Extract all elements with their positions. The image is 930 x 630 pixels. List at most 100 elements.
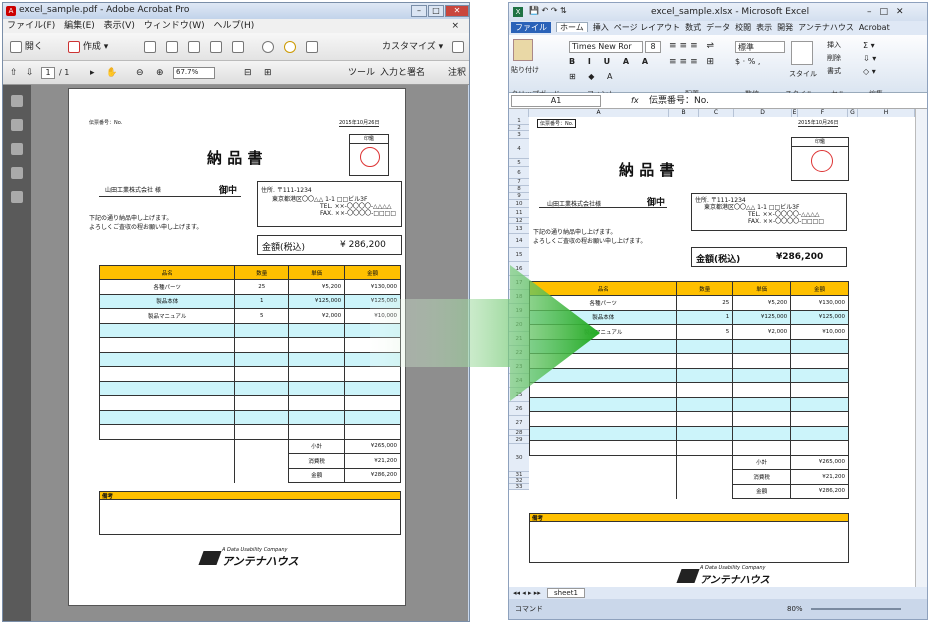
row-header[interactable]: 5 <box>509 159 529 167</box>
tab-view[interactable]: 表示 <box>756 23 772 32</box>
comment-tab[interactable]: 注釈 <box>445 65 469 81</box>
col-header-c[interactable]: C <box>699 109 734 117</box>
row-header[interactable]: 29 <box>509 436 529 444</box>
close-icon[interactable]: ✕ <box>445 5 469 17</box>
alignment-buttons-2[interactable]: ≡≡≡ ⊞ <box>669 57 717 67</box>
edit-icon[interactable] <box>207 39 225 55</box>
signatures-icon[interactable] <box>11 167 23 179</box>
row-header[interactable]: 13 <box>509 224 529 234</box>
edit-buttons[interactable]: Σ ▾ ⇩ ▾ ◇ ▾ <box>863 39 876 78</box>
percent-buttons[interactable]: $ · % , <box>735 57 760 66</box>
sign-tab[interactable]: 入力と署名 <box>377 65 428 81</box>
zoom-input[interactable]: 67.7% <box>173 67 215 79</box>
layers-icon[interactable] <box>11 191 23 203</box>
next-page-icon[interactable]: ⇩ <box>23 65 37 81</box>
row-header[interactable]: 9 <box>509 193 529 200</box>
tab-antenna[interactable]: アンテナハウス <box>798 23 854 32</box>
number-format-select[interactable]: 標準 <box>735 41 785 53</box>
pages-icon[interactable] <box>11 95 23 107</box>
font-size-select[interactable]: 8 <box>645 41 661 53</box>
sheet-nav-icon[interactable]: ◂◂ ◂ ▸ ▸▸ <box>513 589 541 597</box>
cloud-icon[interactable] <box>163 39 181 55</box>
vertical-scrollbar[interactable] <box>915 109 927 587</box>
zoom-in-icon[interactable]: ⊕ <box>153 65 167 81</box>
menu-window[interactable]: ウィンドウ(W) <box>144 21 205 31</box>
menu-edit[interactable]: 編集(E) <box>64 21 95 31</box>
style-icon[interactable] <box>791 41 813 65</box>
menu-view[interactable]: 表示(V) <box>104 21 135 31</box>
row-header[interactable]: 15 <box>509 248 529 262</box>
formula-input[interactable]: 伝票番号：No. <box>649 93 709 109</box>
comment-icon[interactable] <box>281 39 299 55</box>
tab-developer[interactable]: 開発 <box>777 23 793 32</box>
expand-icon[interactable] <box>449 39 467 55</box>
prev-page-icon[interactable]: ⇧ <box>7 65 21 81</box>
row-header[interactable]: 27 <box>509 416 529 430</box>
row-header[interactable]: 30 <box>509 444 529 472</box>
tab-layout[interactable]: ページ レイアウト <box>614 23 680 32</box>
tab-home[interactable]: ホーム <box>556 22 588 32</box>
paste-label[interactable]: 貼り付け <box>511 65 539 75</box>
save-icon[interactable] <box>141 39 159 55</box>
bookmarks-icon[interactable] <box>11 119 23 131</box>
row-header[interactable]: 8 <box>509 186 529 193</box>
fit-page-icon[interactable]: ⊟ <box>241 65 255 81</box>
col-header-f[interactable]: F <box>798 109 848 117</box>
fit-width-icon[interactable]: ⊞ <box>261 65 275 81</box>
row-header[interactable]: 26 <box>509 402 529 416</box>
border-fill-color[interactable]: ⊞ ◆ A <box>569 72 617 81</box>
menu-help[interactable]: ヘルプ(H) <box>214 21 255 31</box>
select-tool-icon[interactable]: ▸ <box>87 65 98 81</box>
window-controls: – □ ✕ <box>411 5 469 17</box>
sheet-tab-sheet1[interactable]: sheet1 <box>547 588 585 598</box>
tab-acrobat[interactable]: Acrobat <box>859 23 890 32</box>
tab-review[interactable]: 校閲 <box>735 23 751 32</box>
row-header[interactable]: 7 <box>509 179 529 186</box>
open-button[interactable]: 開く <box>7 39 46 55</box>
row-header[interactable]: 1 <box>509 117 529 125</box>
zoom-out-icon[interactable]: ⊖ <box>133 65 147 81</box>
name-box[interactable]: A1 <box>511 95 601 107</box>
col-header-g[interactable]: G <box>848 109 858 117</box>
col-header-d[interactable]: D <box>734 109 792 117</box>
print-icon[interactable] <box>185 39 203 55</box>
row-header[interactable]: 14 <box>509 234 529 248</box>
row-header[interactable]: 10 <box>509 200 529 208</box>
quick-access-toolbar[interactable]: 💾 ↶ ↷ ⇅ <box>529 6 567 15</box>
tab-data[interactable]: データ <box>706 23 730 32</box>
row-header[interactable]: 3 <box>509 131 529 139</box>
hand-tool-icon[interactable]: ✋ <box>103 65 120 81</box>
col-header-a[interactable]: A <box>529 109 669 117</box>
tab-file[interactable]: ファイル <box>511 22 551 33</box>
col-header-b[interactable]: B <box>669 109 699 117</box>
tab-formulas[interactable]: 数式 <box>685 23 701 32</box>
attachments-icon[interactable] <box>11 143 23 155</box>
cell-buttons[interactable]: 挿入 削除 書式 <box>827 39 841 78</box>
settings-icon[interactable] <box>259 39 277 55</box>
row-header[interactable]: 4 <box>509 139 529 159</box>
font-name-select[interactable]: Times New Ror <box>569 41 643 53</box>
close-doc-icon[interactable]: × <box>451 19 459 33</box>
sign-icon[interactable] <box>303 39 321 55</box>
paste-icon[interactable] <box>513 39 533 61</box>
tools-tab[interactable]: ツール <box>345 65 378 81</box>
row-header[interactable]: 6 <box>509 167 529 179</box>
excel-window-controls[interactable]: –□✕ <box>867 7 912 17</box>
style-button[interactable]: スタイル <box>789 69 817 79</box>
mail-icon[interactable] <box>229 39 247 55</box>
maximize-icon[interactable]: □ <box>428 5 444 17</box>
customize-button[interactable]: カスタマイズ ▾ <box>379 39 446 55</box>
create-button[interactable]: 作成 ▾ <box>65 39 111 55</box>
bold-italic-underline[interactable]: B I U A A <box>569 57 653 66</box>
row-header[interactable]: 11 <box>509 208 529 218</box>
menu-file[interactable]: ファイル(F) <box>7 21 55 31</box>
zoom-slider[interactable] <box>811 608 901 610</box>
page-number-input[interactable]: 1 <box>41 67 55 79</box>
tab-insert[interactable]: 挿入 <box>593 23 609 32</box>
row-header[interactable]: 33 <box>509 484 529 490</box>
invoice-title: 納 品 書 <box>207 149 263 167</box>
col-header-h[interactable]: H <box>858 109 915 117</box>
fx-icon[interactable]: fx <box>631 93 639 109</box>
alignment-buttons[interactable]: ≡≡≡ ⇌ <box>669 41 717 51</box>
minimize-icon[interactable]: – <box>411 5 427 17</box>
